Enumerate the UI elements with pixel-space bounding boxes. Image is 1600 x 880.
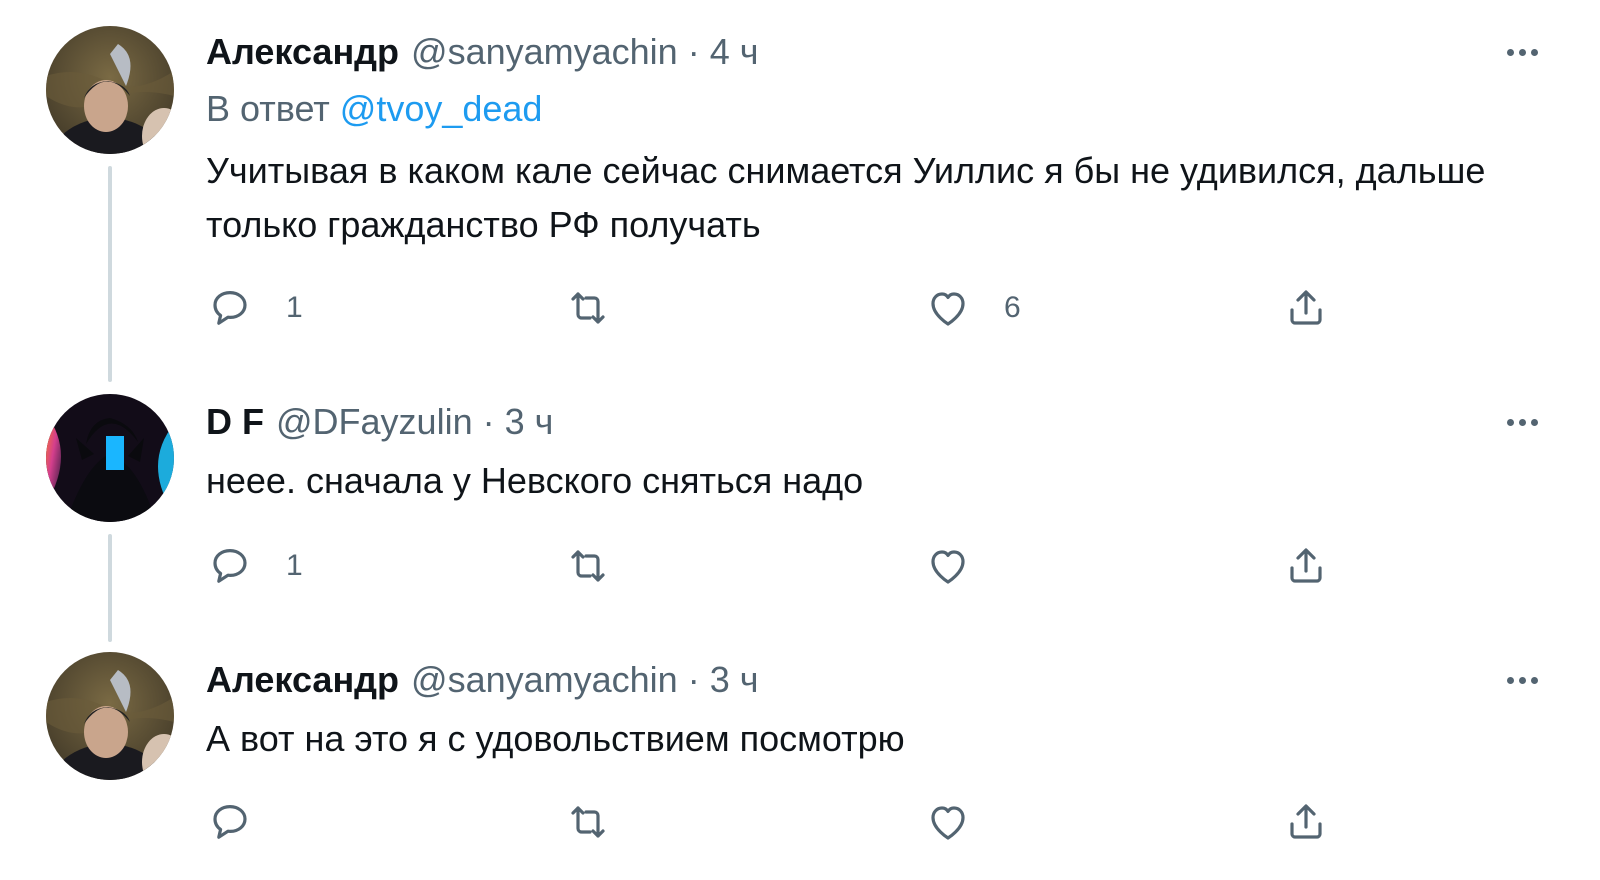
more-button[interactable] [1496, 406, 1548, 438]
avatar[interactable] [46, 26, 174, 154]
share-icon [1290, 804, 1322, 839]
reply-thread: Александр @sanyamyachin · 4 ч В ответ @tv… [0, 0, 1600, 880]
more-button[interactable] [1496, 664, 1548, 696]
like-button[interactable] [924, 542, 1004, 590]
reply-button[interactable] [206, 798, 286, 846]
user-handle[interactable]: @sanyamyachin [411, 659, 678, 701]
timestamp[interactable]: 3 ч [710, 659, 759, 701]
more-icon [1506, 676, 1514, 684]
share-icon [1290, 548, 1322, 583]
retweet-icon [571, 550, 605, 582]
reply-count: 1 [286, 291, 303, 324]
share-button[interactable] [1282, 284, 1330, 332]
reply-button[interactable]: 1 [206, 542, 303, 590]
more-icon [1506, 418, 1514, 426]
reply-count: 1 [286, 549, 303, 582]
display-name[interactable]: Александр [206, 31, 399, 73]
reply-icon [213, 549, 247, 583]
display-name[interactable]: Александр [206, 659, 399, 701]
avatar[interactable] [46, 652, 174, 780]
reply-button[interactable]: 1 [206, 284, 303, 332]
tweet-text: неее. сначала у Невского сняться надо [206, 460, 864, 501]
heart-icon [931, 550, 965, 584]
action-bar: 1 [0, 542, 1600, 590]
more-button[interactable] [1496, 36, 1548, 68]
retweet-icon [571, 806, 605, 838]
action-bar: 1 6 [0, 284, 1600, 332]
thread-line [108, 166, 112, 382]
user-handle[interactable]: @sanyamyachin [411, 31, 678, 73]
tweet[interactable]: Александр @sanyamyachin · 3 ч А вот на э… [0, 640, 1600, 880]
like-button[interactable] [924, 798, 1004, 846]
retweet-icon [571, 292, 605, 324]
separator-dot: · [482, 401, 495, 442]
heart-icon [931, 806, 965, 840]
retweet-button[interactable] [564, 798, 644, 846]
separator-dot: · [687, 31, 700, 72]
user-handle[interactable]: @DFayzulin [276, 401, 473, 443]
tweet-header: Александр @sanyamyachin · 4 ч [206, 28, 758, 76]
share-button[interactable] [1282, 542, 1330, 590]
retweet-button[interactable] [564, 542, 644, 590]
share-icon [1290, 290, 1322, 325]
timestamp[interactable]: 3 ч [505, 401, 554, 443]
more-icon [1506, 48, 1514, 56]
display-name[interactable]: D F [206, 401, 264, 443]
reply-icon [213, 805, 247, 839]
reply-mention-link[interactable]: @tvoy_dead [340, 88, 543, 129]
avatar[interactable] [46, 394, 174, 522]
tweet[interactable]: D F @DFayzulin · 3 ч неее. сначала у Нев… [0, 380, 1600, 642]
separator-dot: · [687, 659, 700, 700]
tweet-header: Александр @sanyamyachin · 3 ч [206, 656, 758, 704]
tweet-text: А вот на это я с удовольствием посмотрю [206, 718, 905, 759]
like-count: 6 [1004, 291, 1021, 324]
reply-icon [213, 291, 247, 325]
like-button[interactable]: 6 [924, 284, 1021, 332]
timestamp[interactable]: 4 ч [710, 31, 759, 73]
tweet[interactable]: Александр @sanyamyachin · 4 ч В ответ @tv… [0, 0, 1600, 382]
tweet-text: Учитывая в каком кале сейчас снимается У… [206, 150, 1486, 245]
heart-icon [931, 292, 965, 326]
share-button[interactable] [1282, 798, 1330, 846]
reply-prefix: В ответ [206, 88, 330, 129]
retweet-button[interactable] [564, 284, 644, 332]
reply-context: В ответ @tvoy_dead [206, 88, 542, 130]
action-bar [0, 798, 1600, 846]
tweet-header: D F @DFayzulin · 3 ч [206, 398, 553, 446]
